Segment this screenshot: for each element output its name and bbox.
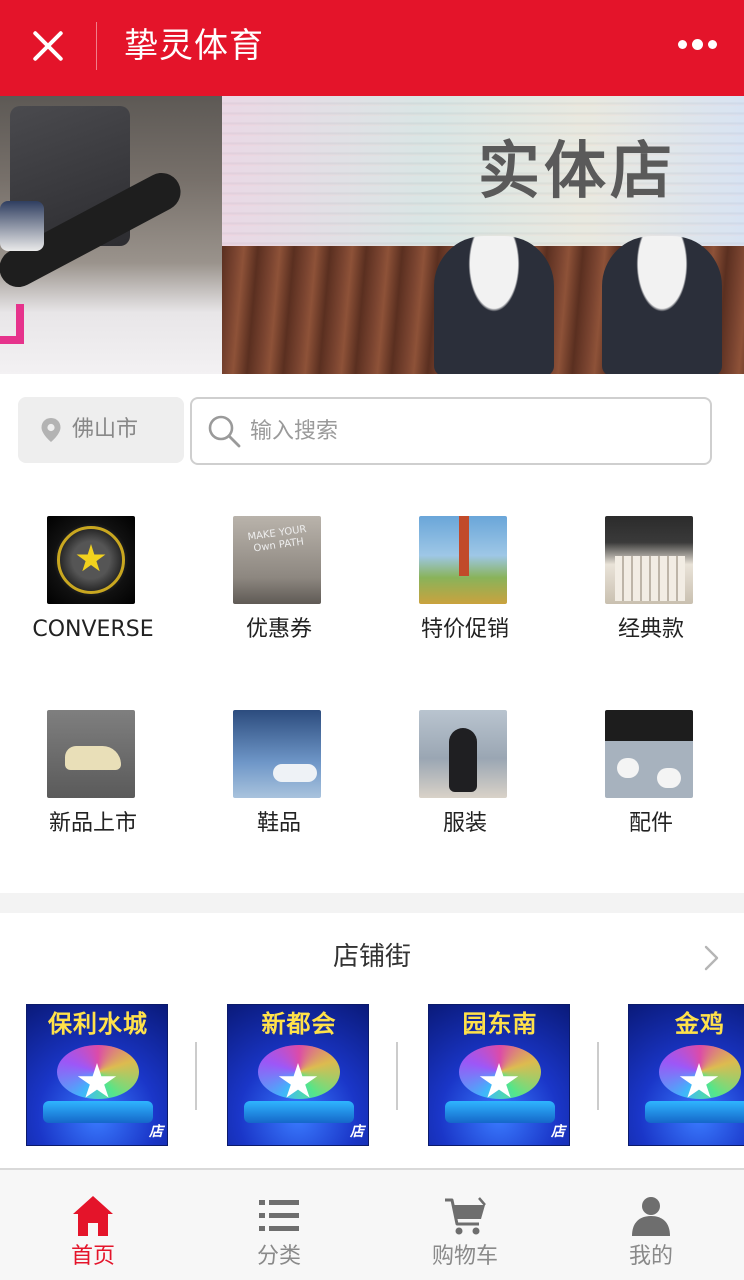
store-list: 保利水城 店 新都会 店 园东南 店 金鸡 店 [0, 1004, 744, 1146]
coupon-photo-icon: MAKE YOUR Own PATH [233, 516, 321, 604]
user-icon [632, 1197, 670, 1236]
category-promotions[interactable]: 特价促销 [372, 498, 558, 678]
store-tag: 店 [149, 1124, 163, 1140]
tab-label: 购物车 [431, 1244, 498, 1269]
store-name: 新都会 [261, 1010, 337, 1038]
apparel-photo-icon [419, 710, 507, 798]
category-coupons[interactable]: MAKE YOUR Own PATH 优惠券 [186, 498, 372, 678]
tab-label: 分类 [256, 1244, 301, 1269]
close-icon[interactable] [26, 24, 70, 68]
location-pin-icon [41, 418, 61, 442]
store-street-title: 店铺街 [332, 942, 411, 972]
category-label: 服装 [442, 811, 487, 836]
sneaker-image [434, 236, 554, 374]
category-converse[interactable]: CONVERSE [0, 498, 186, 678]
tab-cart[interactable]: 购物车 [372, 1170, 558, 1280]
tab-profile[interactable]: 我的 [558, 1170, 744, 1280]
divider [195, 1042, 197, 1110]
store-tag: 店 [551, 1124, 565, 1140]
category-shoes[interactable]: 鞋品 [186, 692, 372, 872]
banner-photo-right: 实体店 [222, 96, 744, 374]
sneaker-image [602, 236, 722, 374]
banner-photo-left [0, 96, 222, 374]
promotion-photo-icon [419, 516, 507, 604]
category-classics[interactable]: 经典款 [558, 498, 744, 678]
search-box[interactable] [190, 397, 712, 465]
tab-categories[interactable]: 分类 [186, 1170, 372, 1280]
store-tag: 店 [350, 1124, 364, 1140]
category-label: 配件 [628, 811, 673, 836]
banner-text: 实体店 [478, 134, 677, 207]
city-selector[interactable]: 佛山市 [18, 397, 184, 463]
category-label: 鞋品 [256, 811, 301, 836]
search-icon [208, 415, 241, 448]
category-label: CONVERSE [32, 617, 154, 642]
cart-icon [445, 1197, 486, 1235]
promo-banner[interactable]: 实体店 [0, 96, 744, 374]
category-label: 优惠券 [245, 617, 312, 642]
store-name: 园东南 [462, 1010, 538, 1038]
one-star-logo-icon [47, 516, 135, 604]
chevron-right-icon[interactable] [700, 944, 722, 972]
store-name: 金鸡 [675, 1010, 725, 1038]
accessories-photo-icon [605, 710, 693, 798]
tab-label: 我的 [628, 1244, 673, 1269]
bottom-tab-bar: 首页 分类 购物车 我的 [0, 1168, 744, 1280]
tab-home[interactable]: 首页 [0, 1170, 186, 1280]
city-label: 佛山市 [72, 417, 139, 442]
category-label: 经典款 [617, 617, 684, 642]
store-name: 保利水城 [48, 1010, 148, 1038]
section-separator [0, 893, 744, 913]
divider [396, 1042, 398, 1110]
page-title: 挚灵体育 [124, 26, 264, 66]
divider [96, 22, 97, 70]
store-card[interactable]: 新都会 店 [227, 1004, 369, 1146]
store-card[interactable]: 金鸡 店 [628, 1004, 744, 1146]
shoes-photo-icon [233, 710, 321, 798]
category-grid: CONVERSE MAKE YOUR Own PATH 优惠券 特价促销 经典款… [0, 498, 744, 888]
divider [597, 1042, 599, 1110]
category-label: 新品上市 [48, 811, 137, 836]
category-accessories[interactable]: 配件 [558, 692, 744, 872]
list-icon [259, 1200, 299, 1231]
new-arrivals-photo-icon [47, 710, 135, 798]
category-new-arrivals[interactable]: 新品上市 [0, 692, 186, 872]
category-label: 特价促销 [420, 617, 509, 642]
more-icon[interactable] [678, 36, 720, 54]
search-input[interactable] [250, 409, 690, 453]
home-icon [73, 1196, 113, 1236]
store-card[interactable]: 保利水城 店 [26, 1004, 168, 1146]
category-apparel[interactable]: 服装 [372, 692, 558, 872]
classics-photo-icon [605, 516, 693, 604]
tab-label: 首页 [70, 1244, 115, 1269]
store-card[interactable]: 园东南 店 [428, 1004, 570, 1146]
top-bar: 挚灵体育 [0, 0, 744, 96]
